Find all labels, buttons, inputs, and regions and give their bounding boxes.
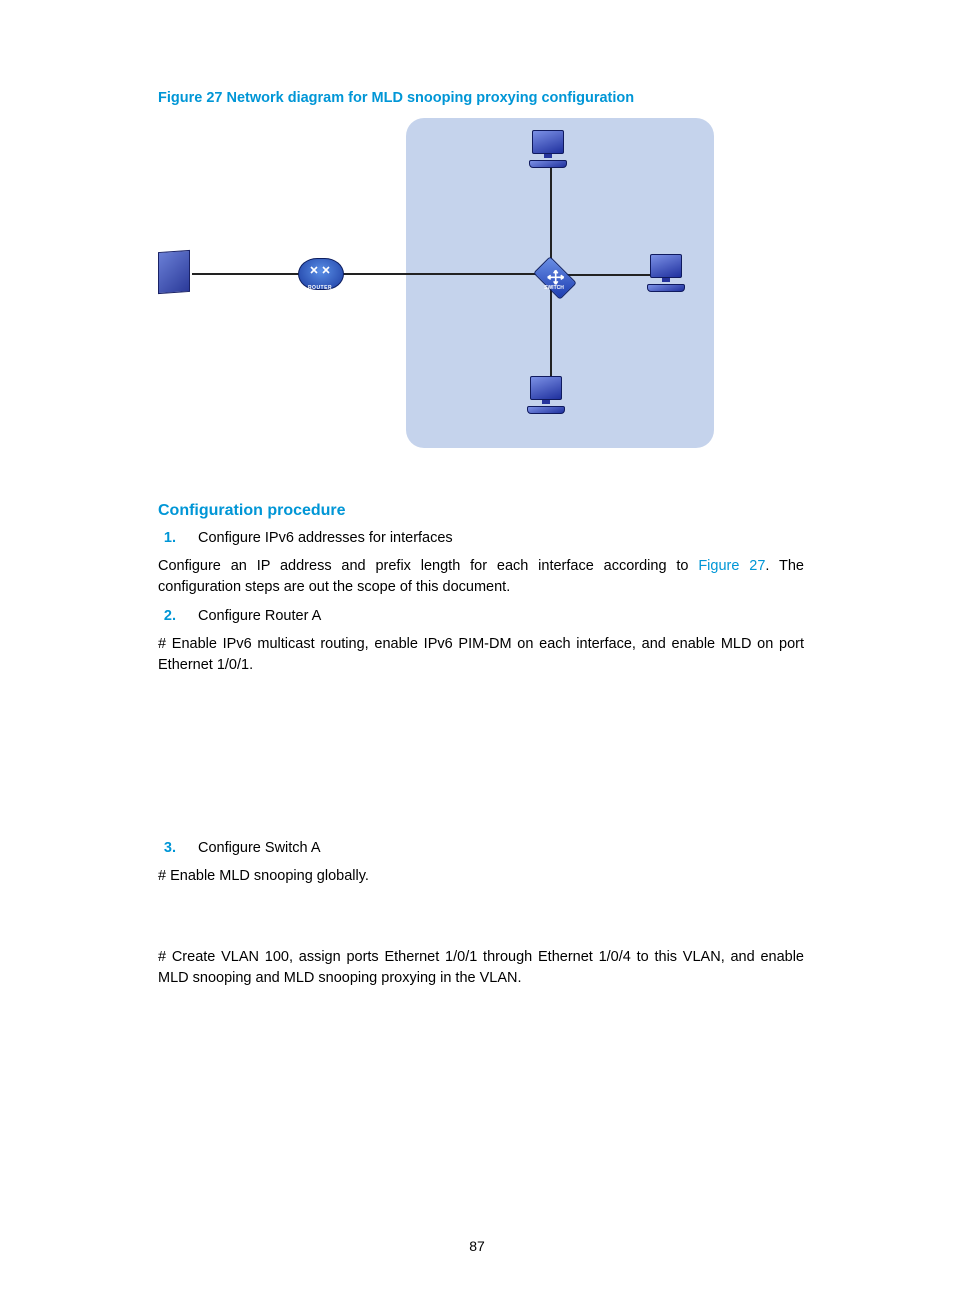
figure-caption: Figure 27 Network diagram for MLD snoopi… xyxy=(158,90,804,106)
section-heading: Configuration procedure xyxy=(158,502,804,520)
host-icon xyxy=(526,376,566,412)
switch-label: SWITCH xyxy=(533,285,575,291)
step-number: 2. xyxy=(158,608,176,624)
step-label: Configure IPv6 addresses for interfaces xyxy=(198,530,453,546)
step-list: 3. Configure Switch A xyxy=(158,840,804,856)
router-label: ROUTER xyxy=(298,285,342,291)
server-icon xyxy=(158,251,192,295)
paragraph-text: Configure an IP address and prefix lengt… xyxy=(158,558,698,574)
list-item: 2. Configure Router A xyxy=(158,608,804,624)
paragraph: # Enable MLD snooping globally. xyxy=(158,866,804,887)
step-label: Configure Switch A xyxy=(198,840,321,856)
spacer xyxy=(158,686,804,834)
step-list: 1. Configure IPv6 addresses for interfac… xyxy=(158,530,804,546)
host-icon xyxy=(646,254,686,290)
paragraph: Configure an IP address and prefix lengt… xyxy=(158,556,804,598)
link-line xyxy=(550,286,552,382)
list-item: 3. Configure Switch A xyxy=(158,840,804,856)
step-label: Configure Router A xyxy=(198,608,321,624)
step-number: 1. xyxy=(158,530,176,546)
step-number: 3. xyxy=(158,840,176,856)
network-diagram: ROUTER SWITCH xyxy=(168,118,808,472)
list-item: 1. Configure IPv6 addresses for interfac… xyxy=(158,530,804,546)
page-number: 87 xyxy=(0,1238,954,1254)
paragraph: # Enable IPv6 multicast routing, enable … xyxy=(158,634,804,676)
spacer xyxy=(158,897,804,943)
host-icon xyxy=(528,130,568,166)
figure-link[interactable]: Figure 27 xyxy=(698,558,765,574)
paragraph: # Create VLAN 100, assign ports Ethernet… xyxy=(158,947,804,989)
step-list: 2. Configure Router A xyxy=(158,608,804,624)
link-line xyxy=(192,273,550,275)
